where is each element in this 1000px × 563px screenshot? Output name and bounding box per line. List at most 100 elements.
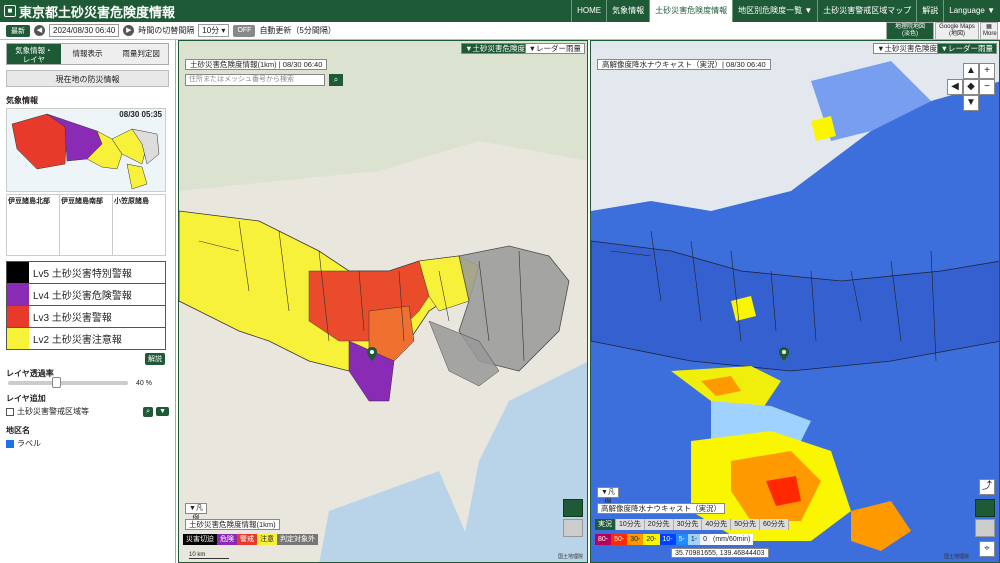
auto-update-label: 自動更新（5分間隔） [259,26,336,35]
basemap-more[interactable]: ▦ More [980,22,998,40]
left-legend-toggle[interactable]: ▼凡例 [185,503,207,522]
rain-key-80: 80- [595,534,612,545]
right-map-panel[interactable]: ▼土砂災害危険度 ▼レーダー雨量 高解像度降水ナウキャスト（実況）| 08/30… [590,40,1000,563]
right-split-view-button[interactable] [975,499,995,517]
island-izu-north[interactable]: 伊豆諸島北部 [7,195,60,255]
current-location-icon[interactable]: ⌖ [979,541,995,557]
opacity-value: 40 % [136,379,152,387]
map-south-control[interactable]: ▼ [963,95,979,111]
next-time-icon[interactable]: ▶ [123,25,135,36]
nav-sediment-risk[interactable]: 土砂災害危険度情報 [649,0,733,22]
share-icon[interactable]: ⤴ [979,479,995,495]
app-header: ■ 東京都土砂災害危険度情報 HOME 気象情報 土砂災害危険度情報 地区別危険度… [0,0,1000,22]
tab-rainfall-chart[interactable]: 雨量判定図 [114,44,169,64]
prev-time-icon[interactable]: ◀ [34,25,45,36]
legend-lv3: Lv3 土砂災害警報 [6,305,166,328]
home-icon: ■ [4,5,16,17]
datetime-field[interactable]: 2024/08/30 06:40 [49,24,120,37]
right-tab-sediment[interactable]: ▼土砂災害危険度 [873,43,941,54]
nav-home[interactable]: HOME [571,0,606,22]
rain-key-30: 30- [627,534,644,545]
app-title: 東京都土砂災害危険度情報 [19,4,176,20]
time-actual[interactable]: 実況 [595,519,616,530]
nav-explanation[interactable]: 解説 [916,0,943,22]
risk-legend: Lv5 土砂災害特別警報 Lv4 土砂災害危険警報 Lv3 土砂災害警報 Lv2… [6,261,166,350]
time-40[interactable]: 40分先 [702,519,732,530]
weather-section-title: 気象情報 [6,96,38,105]
rain-keys: 80- 50- 30- 20- 10- 5- 1- 0 (mm/60min) [595,534,754,545]
right-tab-radar[interactable]: ▼レーダー雨量 [936,43,997,54]
layer-search-icon[interactable]: ⌕ [143,406,154,417]
legend-lv5: Lv5 土砂災害特別警報 [6,261,166,284]
minimap-time: 08/30 05:35 [119,110,162,119]
left-split-view-button[interactable] [563,499,583,517]
interval-select[interactable]: 10分 ▾ [198,24,230,37]
time-30[interactable]: 30分先 [673,519,703,530]
left-scale-bar: 10 km [189,552,229,559]
layer-expand-icon[interactable]: ▼ [156,407,169,416]
key-caution: 注意 [257,534,277,545]
time-20[interactable]: 20分先 [644,519,674,530]
time-50[interactable]: 50分先 [731,519,760,530]
opacity-slider[interactable] [8,377,128,388]
island-ogasawara[interactable]: 小笠原諸島 [113,195,165,255]
left-tab-radar[interactable]: ▼レーダー雨量 [524,43,585,54]
time-60[interactable]: 60分先 [759,519,789,530]
tab-info-display[interactable]: 情報表示 [60,44,115,64]
nav-warning-map[interactable]: 土砂災害警戒区域マップ [817,0,916,22]
address-search-input[interactable]: 住所またはメッシュ番号から検索 [185,74,325,86]
app-logo[interactable]: ■ 東京都土砂災害危険度情報 [0,2,571,21]
interval-label: 時間の切替間隔 [138,26,195,35]
rain-unit: (mm/60min) [710,534,754,545]
right-credit: 国土地理院 [943,554,969,560]
nav-weather[interactable]: 気象情報 [606,0,649,22]
island-izu-south[interactable]: 伊豆諸島南部 [60,195,113,255]
location-pin-icon[interactable] [779,347,789,361]
cursor-coordinate: 35.70981655, 139.46844403 [671,548,769,558]
key-danger: 危険 [217,534,237,545]
right-layer-label: 高解像度降水ナウキャスト（実況） [597,503,725,514]
basemap-google[interactable]: Google Maps (地図) [935,22,979,40]
legend-lv2: Lv2 土砂災害注意報 [6,327,166,350]
location-pin-icon[interactable] [367,347,377,361]
map-west-control[interactable]: ◀ [947,79,963,95]
layer-item-label: 土砂災害警戒区域等 [17,407,89,416]
sidebar-tabs: 気象情報・ レイヤ 情報表示 雨量判定図 [6,43,169,65]
left-single-view-button[interactable] [563,519,583,537]
left-map-panel[interactable]: ▼土砂災害危険度 ▼レーダー雨量 土砂災害危険度情報(1km) | 08/30 … [178,40,588,563]
opacity-title: レイヤ透過率 [6,369,54,378]
tab-weather-layer[interactable]: 気象情報・ レイヤ [7,44,61,64]
basemap-switcher: 地理院地図 (淡色) Google Maps (地図) ▦ More [886,22,998,40]
current-location-button[interactable]: 現在地の防災情報 [6,70,169,87]
basemap-gsi[interactable]: 地理院地図 (淡色) [886,22,934,40]
search-icon[interactable]: ⌕ [329,74,343,86]
forecast-time-selector: 実況 10分先 20分先 30分先 40分先 50分先 60分先 [595,519,789,530]
nav-district-list[interactable]: 地区別危険度一覧 ▼ [732,0,817,22]
label-checkbox[interactable] [6,439,14,448]
zoom-out-icon[interactable]: − [979,79,995,95]
left-risk-keys: 災害切迫 危険 警戒 注意 判定対象外 [183,534,318,545]
auto-update-toggle[interactable]: OFF [233,24,256,37]
rain-key-0: 0 [700,534,710,545]
label-item: ラベル [17,439,41,448]
latest-button[interactable]: 最新 [6,24,30,37]
nav-language[interactable]: Language ▼ [943,0,1000,22]
right-single-view-button[interactable] [975,519,995,537]
key-alert: 警戒 [237,534,257,545]
legend-explain-button[interactable]: 解説 [145,353,165,365]
tokyo-minimap[interactable]: 08/30 05:35 [6,108,166,192]
layer-add-title: レイヤ追加 [6,394,46,403]
zoom-in-icon[interactable]: + [979,63,995,79]
rain-key-5: 5- [675,534,688,545]
map-center-control[interactable]: ◆ [963,79,979,95]
rain-key-1: 1- [687,534,701,545]
layer-checkbox[interactable] [6,407,14,416]
left-map-canvas [179,41,587,562]
time-10[interactable]: 10分先 [616,519,645,530]
map-north-control[interactable]: ▲ [963,63,979,79]
time-toolbar: 最新 ◀ 2024/08/30 06:40 ▶ 時間の切替間隔 10分 ▾ OF… [0,22,1000,40]
left-tab-sediment[interactable]: ▼土砂災害危険度 [461,43,529,54]
slider-knob[interactable] [52,377,61,388]
left-map-title: 土砂災害危険度情報(1km) | 08/30 06:40 [185,59,328,70]
right-legend-toggle[interactable]: ▼凡例 [597,487,619,506]
